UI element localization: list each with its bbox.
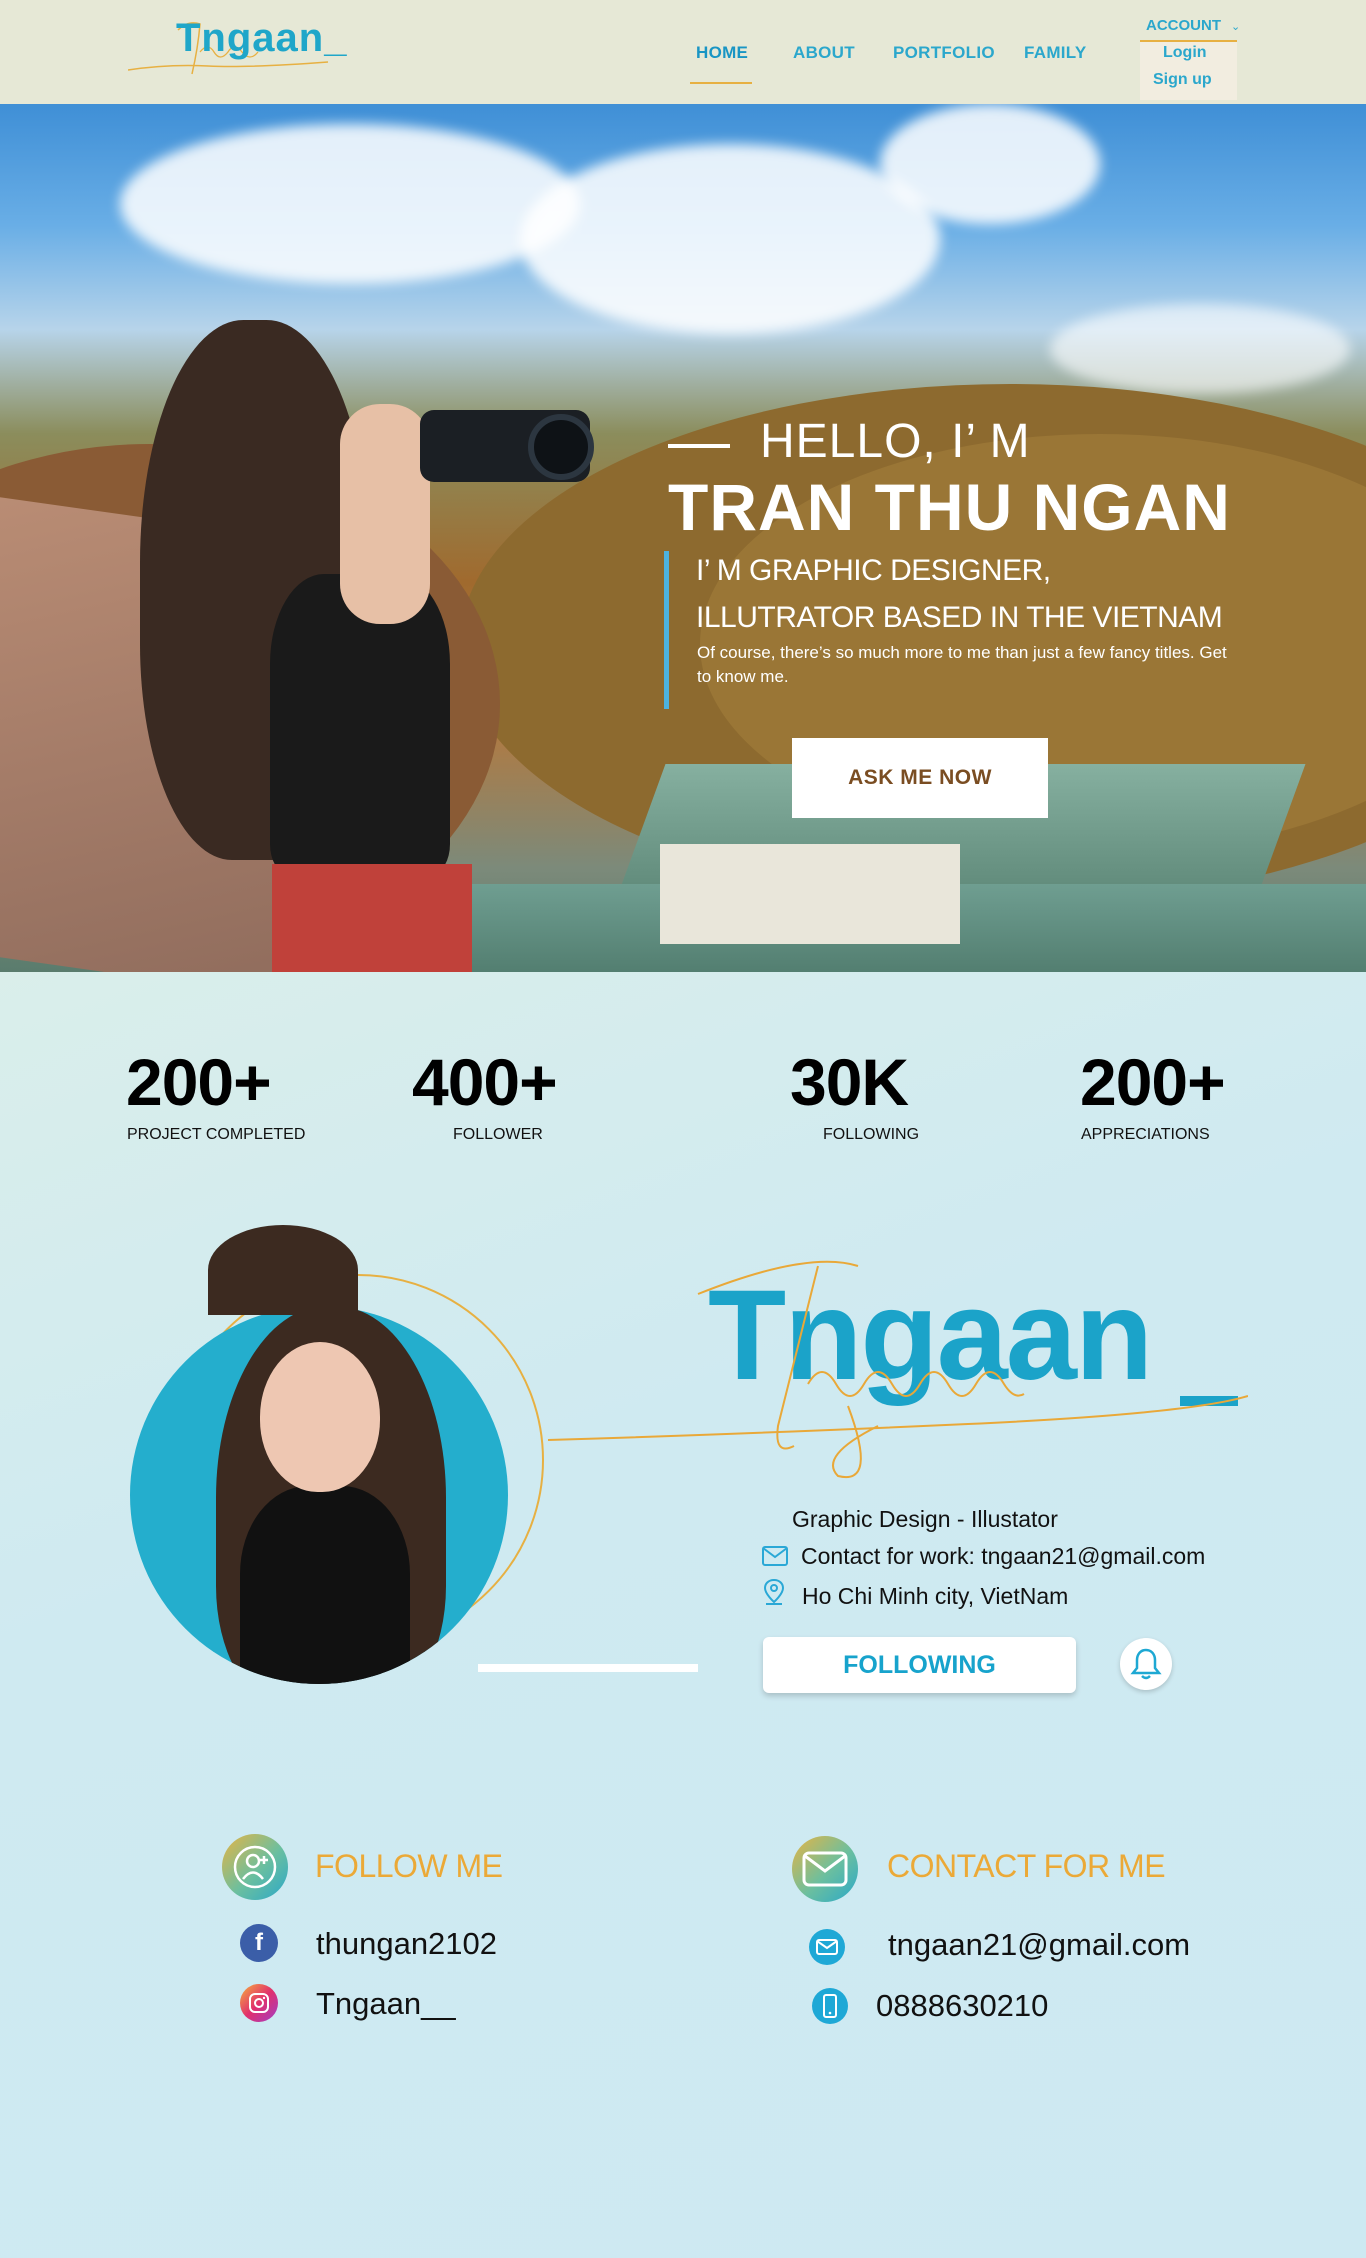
email-glyph	[816, 1939, 838, 1955]
top-nav: Tngaan_ HOME ABOUT PORTFOLIO FAMILY ACCO…	[0, 0, 1366, 104]
stat-label: FOLLOWING	[823, 1126, 920, 1143]
hero-dash	[668, 444, 730, 448]
logo-text: Tngaan_	[176, 16, 348, 60]
notification-bell-button[interactable]	[1120, 1638, 1172, 1690]
phone-glyph	[823, 1994, 837, 2018]
contact-phone[interactable]: 0888630210	[876, 1988, 1048, 2024]
nav-home[interactable]: HOME	[696, 43, 748, 63]
bell-icon	[1130, 1648, 1162, 1680]
portrait-head	[208, 1225, 358, 1315]
instagram-icon[interactable]	[240, 1984, 278, 2022]
facebook-handle[interactable]: thungan2102	[316, 1926, 497, 1962]
hero-role-line2: ILLUTRATOR BASED IN THE VIETNAM	[696, 601, 1223, 634]
profile-role: Graphic Design - Illustator	[792, 1506, 1058, 1532]
photographer-arm	[340, 404, 430, 624]
facebook-glyph: f	[255, 1929, 263, 1956]
login-link[interactable]: Login	[1163, 44, 1207, 62]
portrait-face	[260, 1342, 380, 1492]
stat-label: APPRECIATIONS	[1081, 1126, 1210, 1143]
camera-lens	[528, 414, 594, 480]
hero-greeting: HELLO, I’ M	[760, 415, 1031, 468]
chevron-down-icon: ⌄	[1231, 21, 1241, 33]
email-icon	[809, 1929, 845, 1965]
stat-value: 30K	[790, 1045, 909, 1119]
stat-value: 200+	[126, 1045, 272, 1119]
instagram-handle[interactable]: Tngaan__	[316, 1986, 456, 2022]
follow-me-badge	[222, 1834, 288, 1900]
cloud	[880, 104, 1100, 224]
cloud	[520, 144, 940, 334]
instagram-glyph	[249, 1993, 269, 2013]
cloud	[1050, 304, 1350, 394]
portrait-body	[240, 1486, 410, 1684]
nav-family[interactable]: FAMILY	[1024, 43, 1087, 63]
phone-icon	[812, 1988, 848, 2024]
envelope-icon	[802, 1851, 848, 1887]
signature-icon	[548, 1260, 1248, 1479]
profile-contact: Contact for work: tngaan21@gmail.com	[801, 1543, 1206, 1569]
contact-me-title: CONTACT FOR ME	[887, 1848, 1166, 1884]
hero-banner: HELLO, I’ M TRAN THU NGAN I’ M GRAPHIC D…	[0, 104, 1366, 972]
profile-location: Ho Chi Minh city, VietNam	[802, 1583, 1069, 1609]
profile-photo	[130, 1306, 508, 1684]
contact-email[interactable]: tngaan21@gmail.com	[888, 1927, 1190, 1963]
stat-label: FOLLOWER	[453, 1126, 543, 1143]
hero-role-line1: I’ M GRAPHIC DESIGNER,	[696, 554, 1051, 587]
hero-name: TRAN THU NGAN	[668, 470, 1231, 544]
site-logo[interactable]: Tngaan_	[128, 8, 348, 88]
ask-me-now-button[interactable]: ASK ME NOW	[792, 738, 1048, 818]
nav-active-indicator	[690, 82, 752, 84]
nav-about[interactable]: ABOUT	[793, 43, 855, 63]
user-add-icon	[233, 1845, 277, 1889]
stat-value: 200+	[1080, 1045, 1226, 1119]
location-pin-icon	[763, 1578, 785, 1605]
cloud	[120, 124, 580, 284]
hero-accent-bar	[664, 551, 669, 709]
following-button[interactable]: FOLLOWING	[763, 1637, 1076, 1693]
divider-line	[478, 1664, 698, 1672]
house-wall	[660, 844, 960, 944]
signup-link[interactable]: Sign up	[1153, 71, 1212, 89]
photographer-skirt	[272, 864, 472, 972]
hero-subtitle: Of course, there’s so much more to me th…	[697, 643, 1227, 686]
stat-value: 400+	[412, 1045, 558, 1119]
contact-me-badge	[792, 1836, 858, 1902]
mail-icon	[762, 1546, 788, 1566]
account-menu[interactable]: ACCOUNT	[1146, 17, 1221, 34]
facebook-icon[interactable]: f	[240, 1924, 278, 1962]
stat-label: PROJECT COMPLETED	[127, 1126, 306, 1143]
nav-portfolio[interactable]: PORTFOLIO	[893, 43, 995, 63]
follow-me-title: FOLLOW ME	[315, 1848, 503, 1884]
